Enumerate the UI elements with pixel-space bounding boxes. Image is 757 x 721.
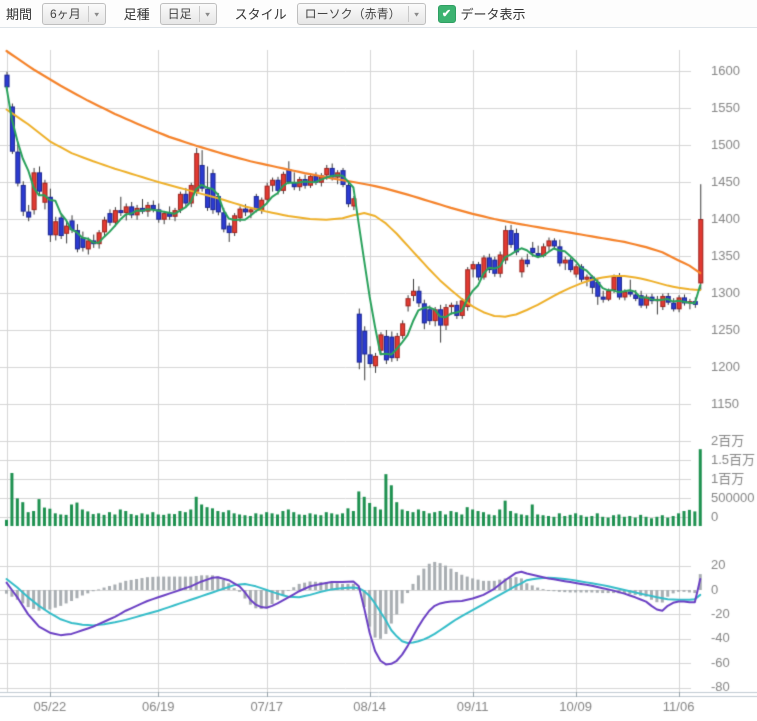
candle-type-value: 日足 [161, 5, 199, 22]
chevron-down-icon[interactable]: ▼ [88, 6, 105, 22]
candle-type-select[interactable]: 日足 ▼ [160, 3, 217, 25]
period-label: 期間 [6, 4, 32, 23]
style-label: スタイル [235, 4, 287, 23]
checkbox-check-icon: ✔ [438, 5, 456, 23]
data-display-label: データ表示 [461, 4, 526, 23]
stock-chart-canvas[interactable] [0, 0, 757, 721]
data-display-checkbox[interactable]: ✔ データ表示 [438, 4, 526, 23]
style-value: ローソク（赤青） [298, 5, 408, 22]
style-select[interactable]: ローソク（赤青） ▼ [297, 3, 426, 25]
period-value: 6ヶ月 [43, 5, 88, 22]
candle-type-label: 足種 [124, 4, 150, 23]
period-select[interactable]: 6ヶ月 ▼ [42, 3, 106, 25]
chevron-down-icon[interactable]: ▼ [408, 6, 425, 22]
chart-toolbar: 期間 6ヶ月 ▼ 足種 日足 ▼ スタイル ローソク（赤青） ▼ ✔ データ表示 [0, 0, 757, 28]
chevron-down-icon[interactable]: ▼ [199, 6, 216, 22]
